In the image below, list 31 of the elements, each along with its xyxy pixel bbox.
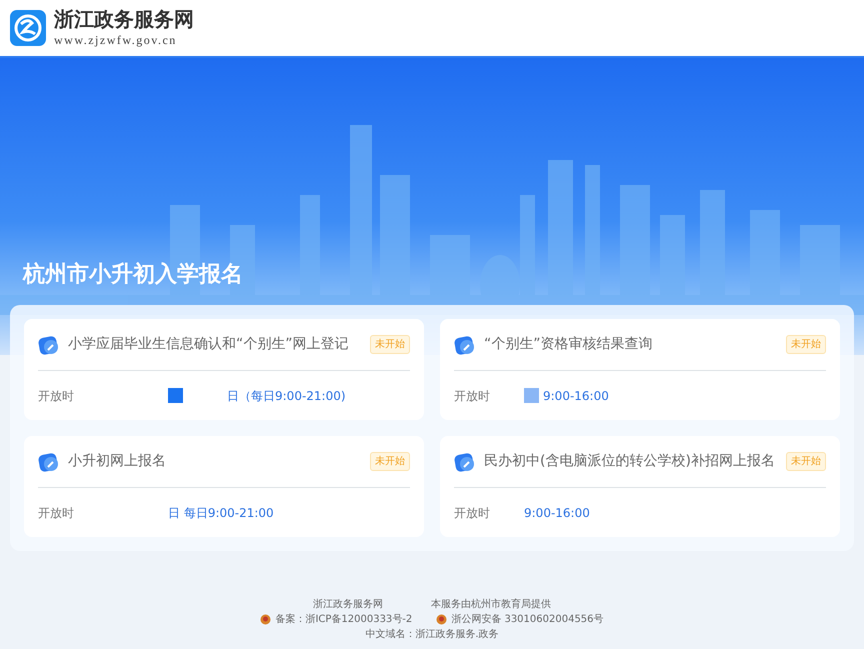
service-title: 小升初网上报名 (68, 452, 167, 471)
open-time-label: 开放时 (38, 504, 75, 522)
status-tag: 未开始 (370, 452, 410, 471)
page-title: 杭州市小升初入学报名 (23, 260, 243, 289)
status-tag: 未开始 (370, 335, 410, 354)
open-time-value: 9:00-16:00 (543, 388, 609, 404)
status-tag: 未开始 (786, 452, 826, 471)
service-card[interactable]: “个别生”资格审核结果查询 未开始 开放时 9:00-16:00 (440, 319, 840, 420)
service-title: 民办初中(含电脑派位的转公学校)补招网上报名 (484, 452, 776, 471)
open-time-value: 日 每日9:00-21:00 (168, 504, 274, 522)
open-time-label: 开放时 (454, 504, 491, 522)
status-tag: 未开始 (786, 335, 826, 354)
service-card[interactable]: 民办初中(含电脑派位的转公学校)补招网上报名 未开始 开放时 9:00-16:00 (440, 436, 840, 537)
site-name[interactable]: 浙江政务服务网 (54, 7, 194, 31)
domain-text: 中文域名：浙江政务服务.政务 (365, 629, 499, 640)
footer-text: 本服务由杭州市教育局提供 (431, 598, 551, 612)
open-time-label: 开放时 (38, 388, 75, 404)
open-time-label: 开放时 (454, 388, 491, 404)
police-record-link[interactable]: 浙公网安备 33010602004556号 (451, 612, 604, 627)
service-title: 小学应届毕业生信息确认和“个别生”网上登记 (68, 335, 350, 354)
service-card[interactable]: 小学应届毕业生信息确认和“个别生”网上登记 未开始 开放时 日（每日9:00-21:00) (24, 319, 424, 420)
open-time-value: 日（每日9:00-21:00) (227, 388, 346, 404)
icp-record-link[interactable]: 备案：浙ICP备12000333号-2 (275, 612, 412, 627)
service-title: “个别生”资格审核结果查询 (484, 335, 654, 354)
site-logo-icon (10, 10, 46, 46)
badge-icon (260, 614, 272, 625)
footer-text: 浙江政务服务网 (313, 598, 383, 612)
site-url: www.zjzwfw.gov.cn (54, 32, 178, 49)
open-time-value: 9:00-16:00 (524, 504, 590, 522)
service-card[interactable]: 小升初网上报名 未开始 开放时 日 每日9:00-21:00 (24, 436, 424, 537)
police-badge-icon (436, 614, 448, 625)
